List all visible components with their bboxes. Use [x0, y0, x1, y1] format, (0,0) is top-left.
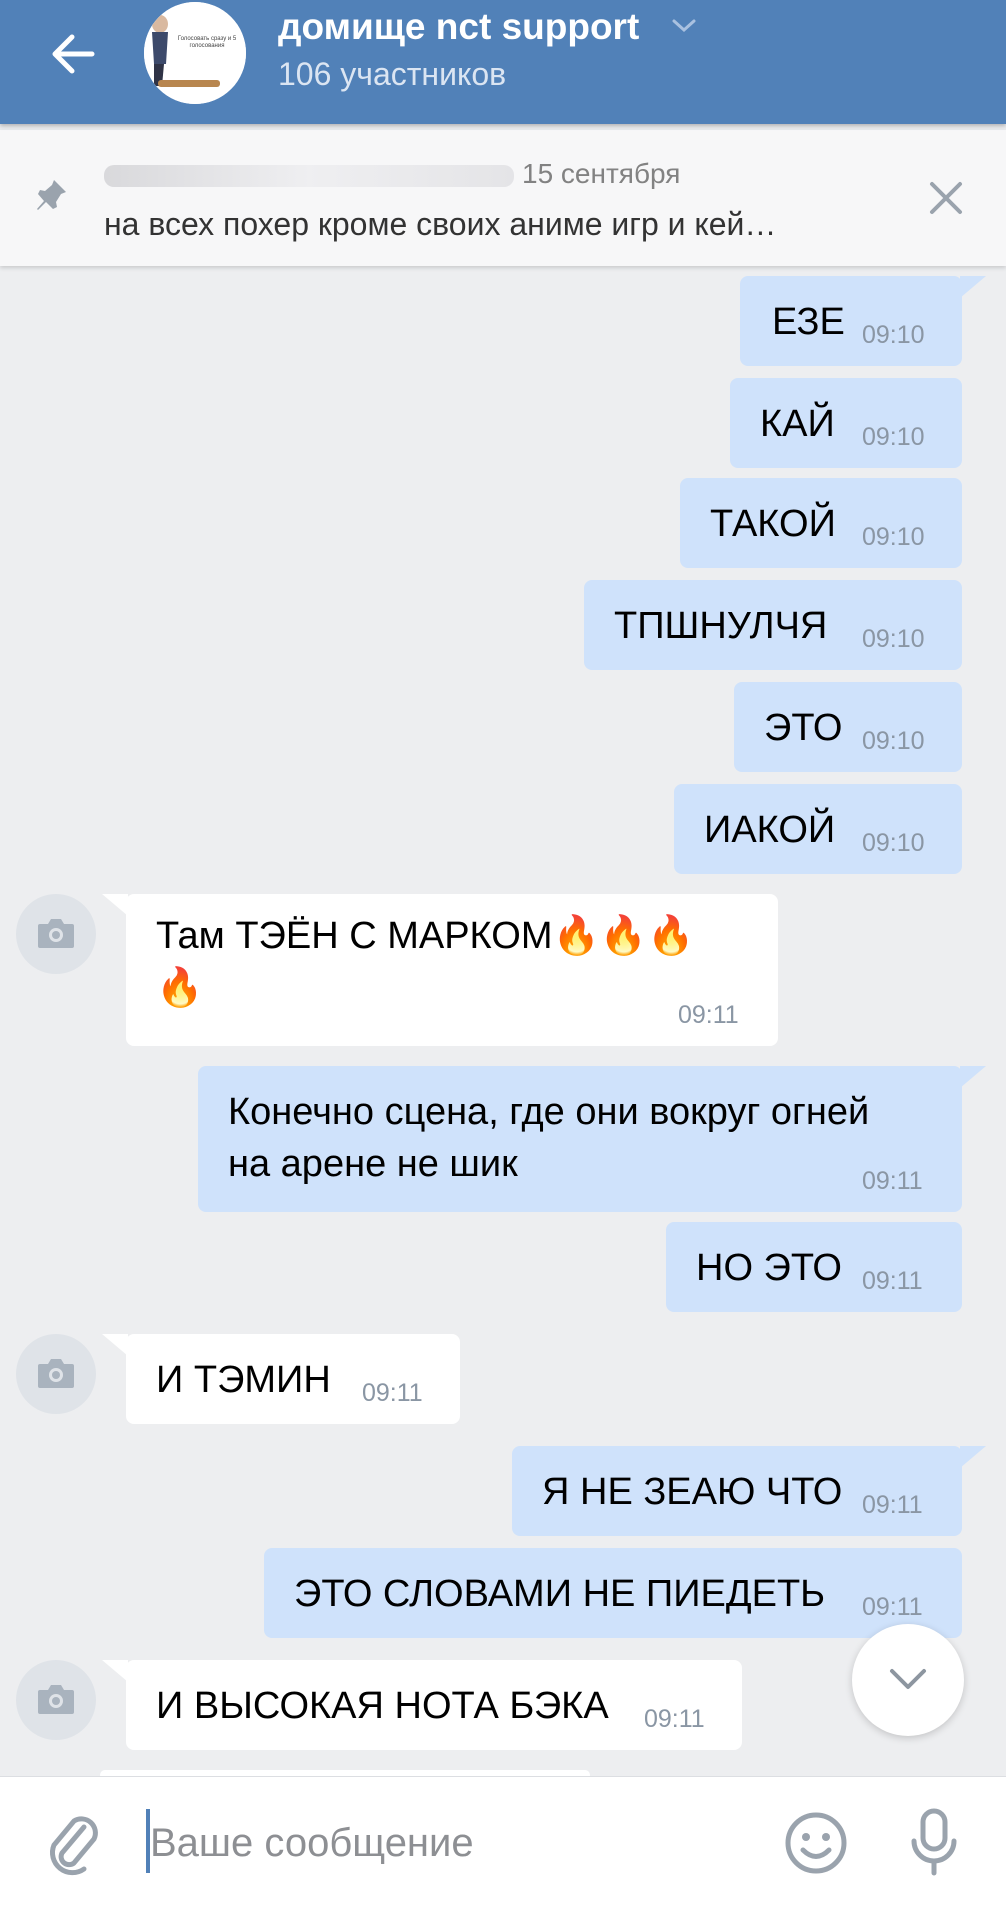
back-button[interactable]: [44, 24, 104, 84]
message-bubble[interactable]: И ТЭМИН 09:11: [126, 1334, 460, 1424]
bubble-tail: [102, 1660, 128, 1682]
message-text: Там ТЭЁН С МАРКОМ🔥🔥🔥: [156, 915, 695, 957]
bubble-tail: [102, 1334, 128, 1356]
sender-avatar[interactable]: [16, 894, 96, 974]
chevron-down-icon: [890, 1669, 926, 1689]
message-text: ИАКОЙ: [704, 809, 836, 851]
pinned-meta: 15 сентября: [104, 158, 680, 190]
chevron-down-icon[interactable]: [670, 16, 698, 36]
message-text: ТАКОЙ: [710, 503, 836, 545]
chat-title[interactable]: домище nct support: [278, 6, 639, 52]
microphone-icon[interactable]: [906, 1807, 962, 1879]
message-time: 09:11: [678, 1001, 739, 1029]
camera-icon: [38, 919, 74, 948]
message-bubble[interactable]: ЭТО СЛОВАМИ НЕ ПИЕДЕТЬ 09:11: [264, 1548, 962, 1638]
message-time: 09:10: [862, 829, 925, 857]
message-text: ТПШНУЛЧЯ: [614, 605, 828, 647]
pin-icon: [37, 180, 66, 210]
message-time: 09:11: [862, 1167, 923, 1195]
message-time: 09:10: [862, 423, 925, 451]
message-input[interactable]: [148, 1807, 752, 1879]
message-text: КАЙ: [760, 403, 835, 445]
sender-avatar[interactable]: [16, 1334, 96, 1414]
avatar-image: [144, 2, 246, 104]
message-time: 09:10: [862, 523, 925, 551]
sender-avatar[interactable]: [16, 1660, 96, 1740]
close-icon[interactable]: [924, 176, 968, 220]
message-time: 09:11: [862, 1593, 923, 1621]
member-count: 106 участников: [278, 56, 507, 92]
message-text: ЭТО: [764, 707, 843, 749]
redacted-author: [104, 164, 514, 187]
message-text: И ВЫСОКАЯ НОТА БЭКА: [156, 1685, 609, 1727]
message-time: 09:10: [862, 321, 925, 349]
message-text-line-2: 🔥: [156, 967, 204, 1009]
message-time: 09:11: [862, 1491, 923, 1519]
message-text: ЭТО СЛОВАМИ НЕ ПИЕДЕТЬ: [294, 1573, 826, 1615]
camera-icon: [38, 1359, 74, 1388]
message-text: ЕЗЕ: [772, 301, 845, 343]
bubble-tail: [960, 276, 986, 298]
message-text-line-2: на арене не шик: [228, 1143, 518, 1185]
message-bubble[interactable]: ЕЗЕ 09:10: [740, 276, 962, 366]
message-bubble[interactable]: Конечно сцена, где они вокруг огней на а…: [198, 1066, 962, 1212]
message-bubble[interactable]: КАЙ 09:10: [730, 378, 962, 468]
message-bubble[interactable]: ТПШНУЛЧЯ 09:10: [584, 580, 962, 670]
chat-avatar[interactable]: Голосовать сразу и 5 голосования: [144, 2, 246, 104]
message-bubble[interactable]: Я НЕ ЗЕАЮ ЧТО 09:11: [512, 1446, 962, 1536]
pinned-text: на всех похер кроме своих аниме игр и ке…: [104, 206, 777, 242]
message-bubble[interactable]: ЭТО 09:10: [734, 682, 962, 772]
message-text: Конечно сцена, где они вокруг огней: [228, 1091, 870, 1133]
bubble-tail: [102, 894, 128, 916]
camera-icon: [38, 1685, 74, 1714]
message-time: 09:11: [362, 1379, 423, 1407]
paperclip-icon[interactable]: [44, 1809, 104, 1879]
message-bubble[interactable]: ТАКОЙ 09:10: [680, 478, 962, 568]
message-time: 09:11: [862, 1267, 923, 1295]
avatar-caption: Голосовать сразу и 5 голосования: [177, 36, 237, 49]
message-bubble[interactable]: Там ТЭЁН С МАРКОМ🔥🔥🔥 🔥 09:11: [126, 894, 778, 1046]
bubble-tail: [960, 1066, 986, 1088]
pinned-message[interactable]: 15 сентября на всех похер кроме своих ан…: [0, 130, 1006, 266]
message-text: И ТЭМИН: [156, 1359, 331, 1401]
message-time: 09:11: [644, 1705, 705, 1733]
message-time: 09:10: [862, 625, 925, 653]
message-bubble[interactable]: НО ЭТО 09:11: [666, 1222, 962, 1312]
message-time: 09:10: [862, 727, 925, 755]
pinned-date: 15 сентября: [522, 158, 681, 189]
message-bubble[interactable]: ИАКОЙ 09:10: [674, 784, 962, 874]
arrow-left-icon: [52, 34, 95, 74]
message-composer: [0, 1776, 1006, 1921]
message-text: Я НЕ ЗЕАЮ ЧТО: [542, 1471, 843, 1513]
bubble-tail: [960, 1446, 986, 1468]
chat-header: Голосовать сразу и 5 голосования домище …: [0, 0, 1006, 124]
scroll-down-button[interactable]: [852, 1624, 964, 1736]
message-bubble[interactable]: И ВЫСОКАЯ НОТА БЭКА 09:11: [126, 1660, 742, 1750]
smile-icon[interactable]: [784, 1811, 848, 1875]
message-text: НО ЭТО: [696, 1247, 842, 1289]
